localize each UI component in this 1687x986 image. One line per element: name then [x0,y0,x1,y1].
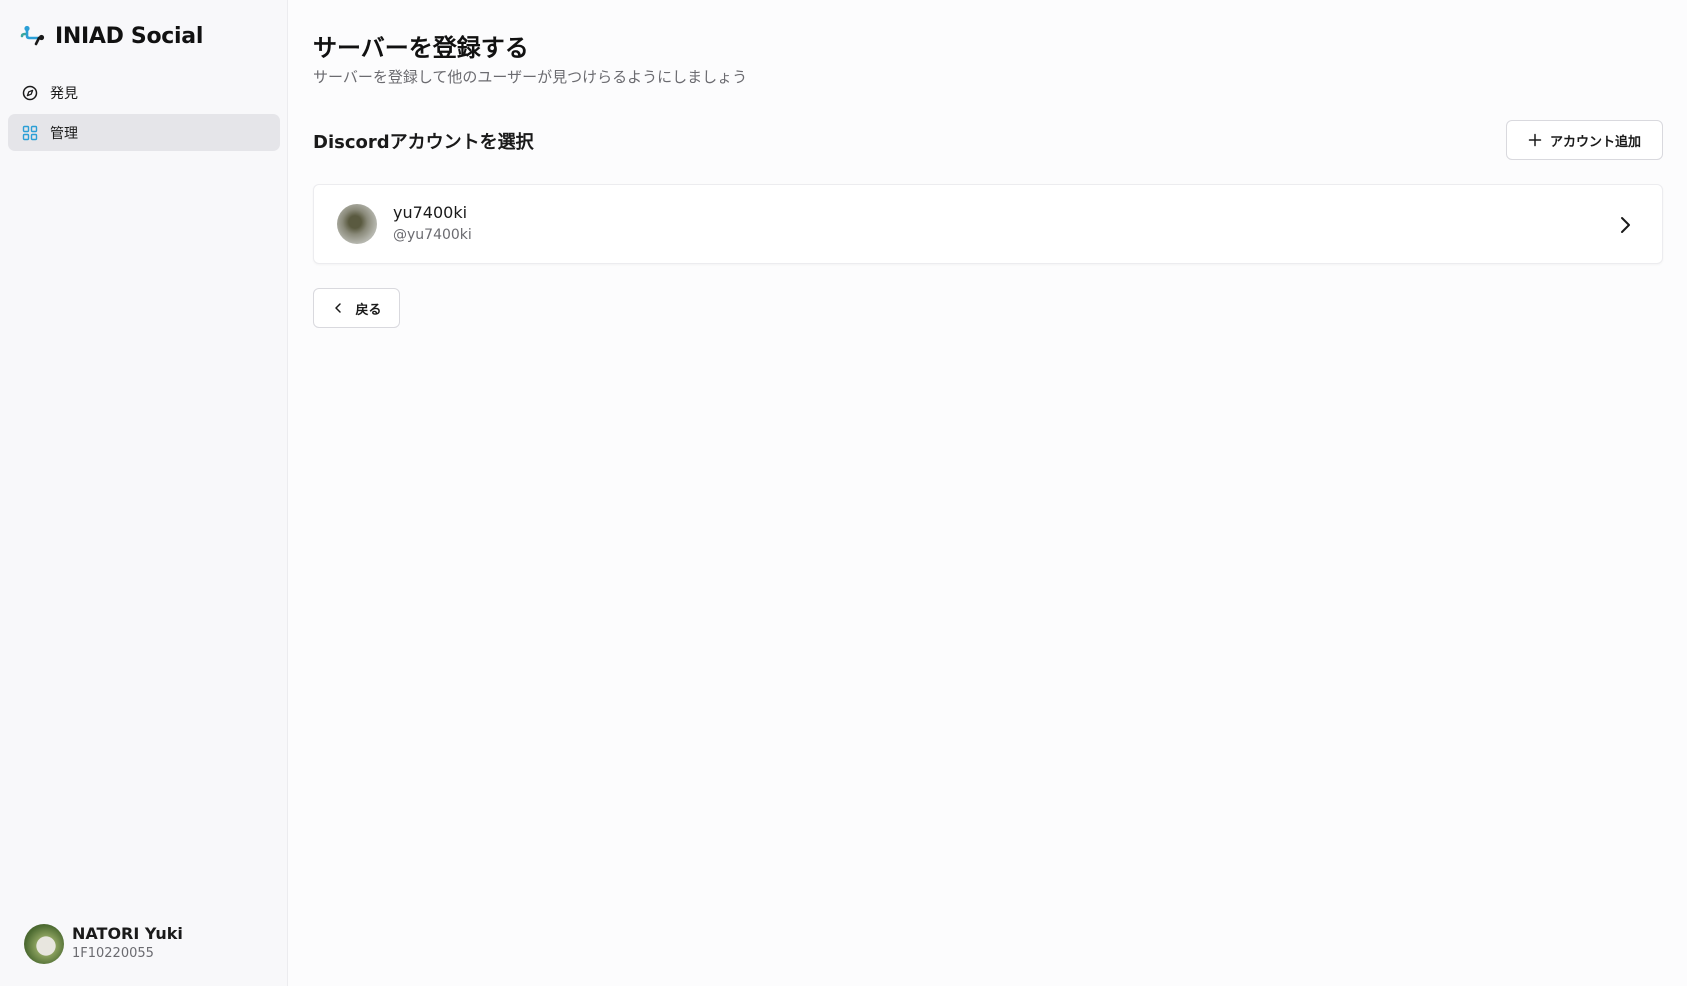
iniad-logo-icon [20,25,45,46]
chevron-right-icon [1621,217,1630,233]
user-id: 1F10220055 [72,946,154,961]
plus-icon [1528,133,1542,147]
avatar [337,204,377,244]
account-handle: @yu7400ki [393,227,472,243]
main-content: サーバーを登録する サーバーを登録して他のユーザーが見つけらるようにしましょう … [313,0,1663,986]
avatar [24,924,64,964]
account-name: yu7400ki [393,203,468,222]
back-button[interactable]: 戻る [313,288,400,328]
sidebar: INIAD Social 発見 管理 NATORI Yuki 1F1022005… [0,0,288,986]
sidebar-item-discover[interactable]: 発見 [8,74,280,111]
brand[interactable]: INIAD Social [20,22,203,50]
section-title: Discordアカウントを選択 [313,132,534,153]
app-name: INIAD Social [55,23,204,49]
chevron-left-icon [335,303,342,313]
add-account-button[interactable]: アカウント追加 [1506,120,1663,160]
sidebar-nav: 発見 管理 [8,74,280,154]
compass-icon [22,85,38,100]
user-profile[interactable]: NATORI Yuki 1F10220055 [24,924,183,964]
account-info: yu7400ki @yu7400ki [393,202,472,246]
sidebar-item-label: 管理 [50,125,78,142]
account-card[interactable]: yu7400ki @yu7400ki [313,184,1663,264]
page-subtitle: サーバーを登録して他のユーザーが見つけらるようにしましょう [313,68,748,86]
add-account-label: アカウント追加 [1549,133,1641,149]
user-info: NATORI Yuki 1F10220055 [72,924,183,964]
sidebar-item-label: 発見 [50,85,78,102]
user-name: NATORI Yuki [72,924,183,943]
page-title: サーバーを登録する [313,34,529,62]
back-label: 戻る [355,301,382,317]
sidebar-item-manage[interactable]: 管理 [8,114,280,151]
grid-icon [22,125,38,140]
